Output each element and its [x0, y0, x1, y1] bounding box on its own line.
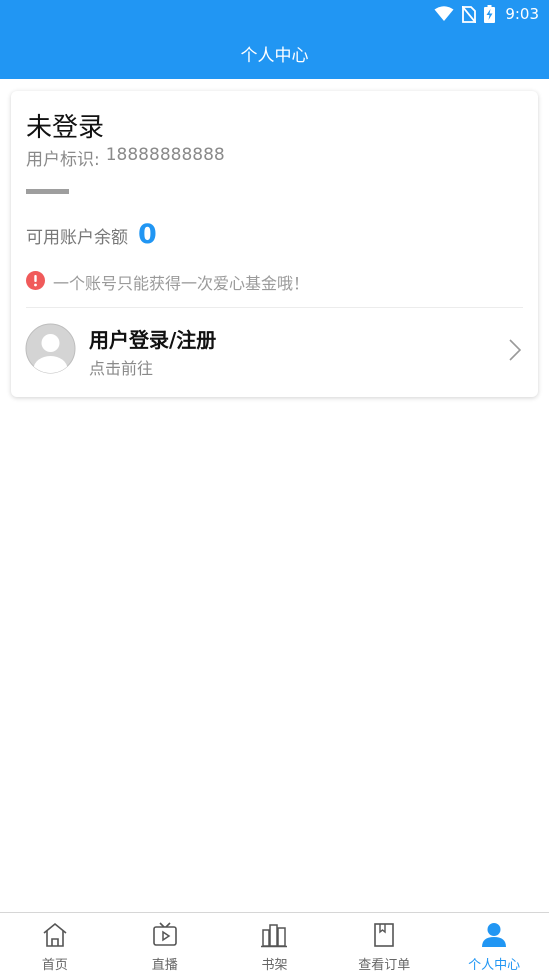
nav-label-orders: 查看订单 — [358, 958, 411, 973]
avatar — [25, 323, 76, 374]
nav-label-home: 首页 — [41, 958, 68, 973]
login-register-entry[interactable]: 用户登录/注册 点击前往 — [11, 308, 538, 397]
login-status: 未登录 — [26, 113, 105, 143]
person-icon — [480, 922, 508, 948]
login-entry-title: 用户登录/注册 — [89, 328, 217, 352]
bookshelf-icon — [260, 922, 288, 948]
user-id-label: 用户标识: — [26, 150, 100, 170]
bottom-nav: 首页 直播 书架 查看订单 个人中心 — [0, 912, 549, 976]
nav-label-live: 直播 — [151, 958, 178, 973]
exclamation-icon — [26, 270, 45, 294]
balance-value: 0 — [138, 219, 157, 250]
wifi-icon — [434, 6, 454, 22]
account-card: 未登录 用户标识: 18888888888 可用账户余额 0 一个账号只能获得一… — [11, 91, 538, 397]
app-screen: 9:03 个人中心 未登录 用户标识: 18888888888 可用账户余额 0… — [0, 0, 549, 976]
balance-label: 可用账户余额 — [26, 228, 128, 248]
notice-row: 一个账号只能获得一次爱心基金哦！ — [26, 270, 309, 294]
app-header: 9:03 个人中心 — [0, 0, 549, 79]
battery-charging-icon — [484, 5, 496, 23]
order-icon — [370, 922, 398, 948]
nav-label-profile: 个人中心 — [468, 958, 521, 973]
divider-dash — [26, 189, 69, 194]
nav-item-live[interactable]: 直播 — [110, 913, 220, 976]
nav-item-orders[interactable]: 查看订单 — [329, 913, 439, 976]
status-time: 9:03 — [505, 5, 539, 23]
nav-label-bookshelf: 书架 — [261, 958, 288, 973]
title-bar: 个人中心 — [0, 28, 549, 79]
user-id-row: 用户标识: 18888888888 — [26, 145, 225, 170]
login-entry-subtitle: 点击前往 — [89, 359, 154, 378]
nav-item-profile[interactable]: 个人中心 — [439, 913, 549, 976]
balance-row: 可用账户余额 0 — [26, 219, 157, 250]
nav-item-home[interactable]: 首页 — [0, 913, 110, 976]
nav-item-bookshelf[interactable]: 书架 — [220, 913, 330, 976]
no-sim-icon — [462, 5, 477, 23]
status-bar: 9:03 — [0, 0, 549, 28]
user-id-value: 18888888888 — [105, 145, 225, 165]
page-title: 个人中心 — [240, 46, 309, 66]
home-icon — [41, 922, 69, 948]
tv-icon — [151, 922, 179, 948]
notice-text: 一个账号只能获得一次爱心基金哦！ — [53, 274, 310, 293]
chevron-right-icon — [509, 339, 522, 365]
